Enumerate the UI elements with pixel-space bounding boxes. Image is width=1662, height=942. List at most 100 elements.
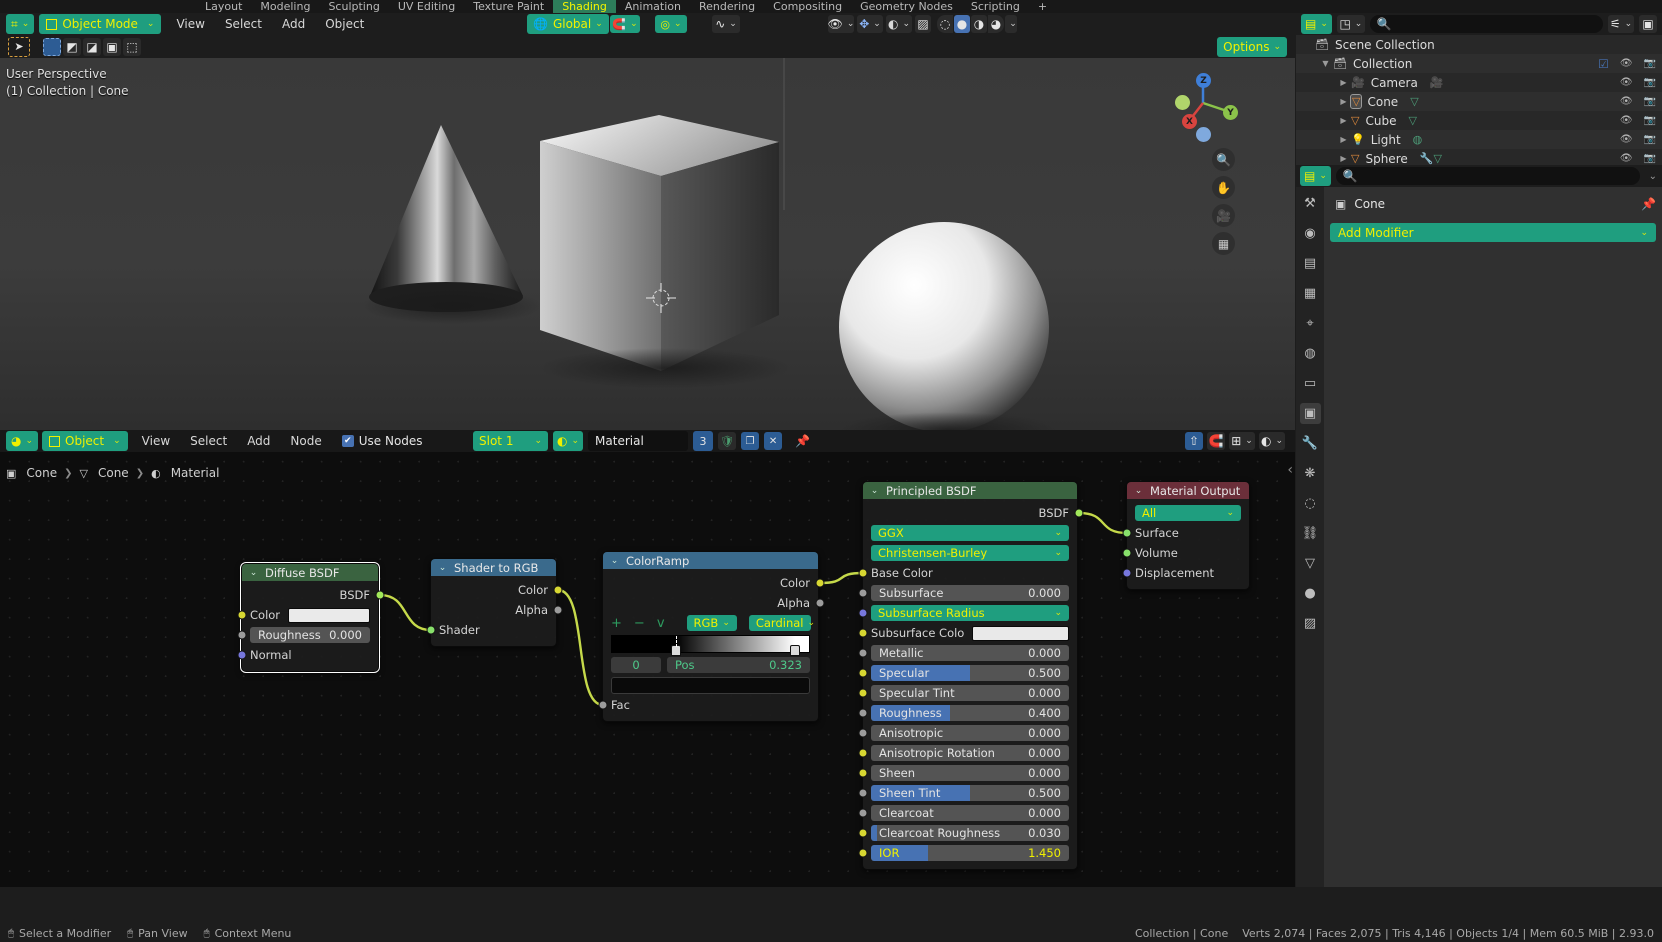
render-tab[interactable]: ◉ xyxy=(1300,223,1321,244)
slider-specular-tint[interactable]: Specular Tint 0.000 xyxy=(871,685,1069,701)
gizmo-toggle[interactable]: ✥ ⌄ xyxy=(857,15,883,33)
visibility-toggle[interactable]: 👁 ⌄ xyxy=(828,15,854,33)
node-header-colorramp[interactable]: ⌄ ColorRamp xyxy=(603,552,818,569)
data-tab[interactable]: ▽ xyxy=(1300,553,1321,574)
select-extend-icon[interactable]: ◩ xyxy=(63,37,81,56)
mode-selector[interactable]: Object Mode ⌄ xyxy=(39,14,162,34)
properties-panel[interactable]: ▣ Cone 📌 Add Modifier ⌄ xyxy=(1324,187,1662,887)
snap-node-icon[interactable]: ⇧ xyxy=(1185,432,1203,450)
workspace-tab-texture-paint[interactable]: Texture Paint xyxy=(464,0,553,13)
ortho-persp-button[interactable]: ▦ xyxy=(1212,232,1235,255)
ramp-color-mode-dropdown[interactable]: RGB ⌄ xyxy=(686,615,737,631)
node-colorramp[interactable]: ⌄ ColorRamp Color Alpha + − v RGB ⌄ Cardinal ⌄ 0 Pos… xyxy=(598,551,825,722)
unlink-material-icon[interactable]: ✕ xyxy=(764,432,783,450)
material-users-count[interactable]: 3 xyxy=(693,431,714,451)
visibility-eye-icon[interactable]: 👁 xyxy=(1620,58,1633,69)
node-overlay-icon[interactable]: ◐ ⌄ xyxy=(1259,432,1285,450)
socket-in-surface[interactable] xyxy=(1122,528,1132,538)
light-data-icon[interactable]: ◍ xyxy=(1413,133,1423,146)
workspace-tab-layout[interactable]: Layout xyxy=(196,0,251,13)
scene-tab[interactable]: ⌖ xyxy=(1300,313,1321,334)
socket-in-clearcoat-roughness[interactable] xyxy=(858,828,868,838)
outliner-row-light[interactable]: ▶ 💡 Light ◍ 👁 📷 xyxy=(1296,130,1662,149)
slider-sheen[interactable]: Sheen 0.000 xyxy=(871,765,1069,781)
slider-roughness[interactable]: Roughness 0.400 xyxy=(871,705,1069,721)
color-swatch[interactable] xyxy=(288,607,370,623)
slider-specular[interactable]: Specular 0.500 xyxy=(871,665,1069,681)
shading-solid-icon[interactable]: ● xyxy=(954,15,970,33)
workspace-tab-+[interactable]: + xyxy=(1029,0,1056,13)
visibility-eye-icon[interactable]: 👁 xyxy=(1620,134,1633,145)
ramp-interpolation-dropdown[interactable]: Cardinal ⌄ xyxy=(748,615,815,631)
properties-search-field[interactable] xyxy=(1363,170,1633,182)
render-camera-icon[interactable]: 📷 xyxy=(1644,96,1656,107)
socket-in-roughness[interactable] xyxy=(858,708,868,718)
select-box-icon[interactable] xyxy=(43,37,61,56)
slider-clearcoat-roughness[interactable]: Clearcoat Roughness 0.030 xyxy=(871,825,1069,841)
options-button[interactable]: Options ⌄ xyxy=(1217,36,1287,57)
visibility-eye-icon[interactable]: 👁 xyxy=(1620,153,1633,164)
pin-icon[interactable]: 📌 xyxy=(1641,197,1656,211)
material-tab[interactable]: ● xyxy=(1300,583,1321,604)
dropdown-all[interactable]: All ⌄ xyxy=(1135,505,1241,521)
outliner-row-camera[interactable]: ▶ 🎥 Camera 🎥 👁 📷 xyxy=(1296,73,1662,92)
add-modifier-button[interactable]: Add Modifier ⌄ xyxy=(1330,223,1656,242)
view-layer-tab[interactable]: ▦ xyxy=(1300,283,1321,304)
shader-menu-add[interactable]: Add xyxy=(237,431,280,451)
outliner-row-scene-collection[interactable]: 🗃 Scene Collection xyxy=(1296,35,1662,54)
shader-menu-view[interactable]: View xyxy=(132,431,180,451)
fake-user-shield-icon[interactable]: 🛡 xyxy=(718,432,737,450)
3d-viewport[interactable]: User Perspective (1) Collection | Cone Z… xyxy=(0,58,1295,430)
socket-in-metallic[interactable] xyxy=(858,648,868,658)
mesh-data-icon[interactable]: ▽ xyxy=(1410,95,1418,108)
socket-in-volume[interactable] xyxy=(1122,548,1132,558)
mesh-data-icon[interactable]: ▽ xyxy=(1408,114,1416,127)
workspace-tab-animation[interactable]: Animation xyxy=(616,0,690,13)
render-camera-icon[interactable]: 📷 xyxy=(1644,134,1656,145)
socket-in-specular[interactable] xyxy=(858,668,868,678)
outliner-search-field[interactable] xyxy=(1397,18,1596,30)
pin-icon[interactable]: 📌 xyxy=(795,434,810,448)
node-snap-mode[interactable]: ⊞ ⌄ xyxy=(1229,432,1255,450)
node-snap-icon[interactable]: 🧲 xyxy=(1207,432,1225,450)
outliner-expand-icon[interactable]: ▶ xyxy=(1338,97,1349,106)
particles-tab[interactable]: ❋ xyxy=(1300,463,1321,484)
shading-material-icon[interactable]: ◑ xyxy=(971,15,987,33)
output-tab[interactable]: ▤ xyxy=(1300,253,1321,274)
node-header-shader2rgb[interactable]: ⌄ Shader to RGB xyxy=(431,559,556,576)
shader-editor-type-selector[interactable]: ◕ ⌄ xyxy=(6,431,39,451)
transform-orientation-selector[interactable]: 🌐 Global ⌄ xyxy=(527,14,609,34)
shading-rendered-icon[interactable]: ◕ xyxy=(988,15,1004,33)
render-camera-icon[interactable]: 📷 xyxy=(1644,58,1656,69)
physics-tab[interactable]: ◌ xyxy=(1300,493,1321,514)
gizmo-axis-neg-y[interactable] xyxy=(1175,95,1190,110)
node-shader2rgb[interactable]: ⌄ Shader to RGB Color Alpha Shader xyxy=(426,558,563,647)
use-nodes-checkbox[interactable]: ✔ Use Nodes xyxy=(341,434,423,448)
socket-in-anisotropic[interactable] xyxy=(858,728,868,738)
gizmo-axis-neg-z[interactable] xyxy=(1196,127,1211,142)
socket-in-ior[interactable] xyxy=(858,848,868,858)
socket-in-sheen-tint[interactable] xyxy=(858,788,868,798)
properties-editor-type-selector[interactable]: ▤ ⌄ xyxy=(1300,166,1331,186)
viewport-menu-add[interactable]: Add xyxy=(272,14,315,34)
dropdown-christensen-burley[interactable]: Christensen-Burley ⌄ xyxy=(871,545,1069,561)
outliner-expand-icon[interactable]: ▶ xyxy=(1338,154,1349,163)
socket-in-shader[interactable] xyxy=(426,625,436,635)
node-header-diffuse[interactable]: ⌄ Diffuse BSDF xyxy=(242,564,378,581)
workspace-tab-rendering[interactable]: Rendering xyxy=(690,0,764,13)
editor-type-selector[interactable]: ⌗ ⌄ xyxy=(6,14,35,34)
render-camera-icon[interactable]: 📷 xyxy=(1644,77,1656,88)
tweak-tool-button[interactable]: ➤ xyxy=(8,36,30,57)
shader-menu-node[interactable]: Node xyxy=(280,431,331,451)
viewport-menu-select[interactable]: Select xyxy=(215,14,272,34)
modifier-tab[interactable]: 🔧 xyxy=(1300,433,1321,454)
node-principled[interactable]: ⌄ Principled BSDF BSDF GGX ⌄ Christensen-Burl… xyxy=(858,481,1084,870)
shader-menu-select[interactable]: Select xyxy=(180,431,237,451)
visibility-eye-icon[interactable]: 👁 xyxy=(1620,96,1633,107)
node-editor-canvas[interactable]: ▣ Cone ❯ ▽ Cone ❯ ◐ Material ⌄ Diffuse BSDF BSDF C… xyxy=(0,452,1295,887)
select-difference-icon[interactable]: ⬚ xyxy=(123,37,141,56)
slider-sheen-tint[interactable]: Sheen Tint 0.500 xyxy=(871,785,1069,801)
viewport-menu-view[interactable]: View xyxy=(166,14,214,34)
socket-in-anisotropic-rotation[interactable] xyxy=(858,748,868,758)
outliner-expand-icon[interactable]: ▼ xyxy=(1320,59,1331,68)
